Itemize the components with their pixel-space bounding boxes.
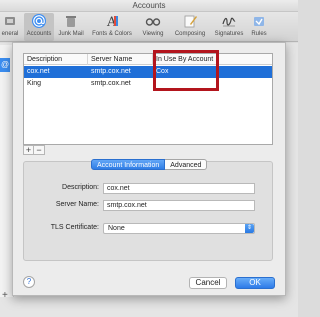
trash-icon — [66, 16, 76, 27]
description-field[interactable]: cox.net — [103, 183, 255, 194]
toolbar-label: Viewing — [142, 31, 164, 37]
toolbar-general[interactable]: eneral — [0, 13, 24, 41]
toolbar-label: Signatures — [214, 31, 244, 37]
cell-server-name: smtp.cox.net — [91, 68, 131, 75]
at-sign-icon — [32, 14, 46, 28]
preferences-toolbar: eneral Accounts Junk Mail A Fonts & Colo… — [0, 12, 298, 42]
cell-description: cox.net — [27, 68, 50, 75]
toolbar-composing[interactable]: Composing — [170, 13, 210, 41]
tls-certificate-select[interactable]: None ⇕ — [103, 223, 255, 234]
table-row[interactable]: King smtp.cox.net — [24, 78, 272, 90]
glasses-icon — [145, 18, 161, 26]
account-list-item[interactable]: @ — [0, 58, 10, 72]
toolbar-accounts[interactable]: Accounts — [24, 13, 54, 41]
account-at-glyph: @ — [0, 60, 10, 69]
toolbar-label: Accounts — [26, 31, 52, 37]
description-label: Description: — [62, 184, 99, 191]
fonts-colors-icon: A — [106, 15, 118, 29]
column-header-server-name[interactable]: Server Name — [88, 54, 153, 65]
smtp-server-table: Description Server Name In Use By Accoun… — [23, 53, 273, 145]
toolbar-signatures[interactable]: Signatures — [210, 13, 248, 41]
general-switch-icon — [5, 17, 15, 25]
highlight-callout-box — [153, 50, 219, 91]
chevron-updown-icon: ⇕ — [245, 224, 254, 233]
cancel-button[interactable]: Cancel — [189, 277, 227, 289]
cell-description: King — [27, 80, 42, 87]
toolbar-label: Fonts & Colors — [92, 31, 132, 37]
ok-button[interactable]: OK — [235, 277, 275, 289]
tab-advanced[interactable]: Advanced — [165, 159, 208, 170]
tls-certificate-label: TLS Certificate: — [50, 224, 99, 231]
toolbar-label: Junk Mail — [58, 31, 84, 37]
column-header-description[interactable]: Description — [24, 54, 88, 65]
window-titlebar: Accounts — [0, 0, 298, 12]
toolbar-fonts-colors[interactable]: A Fonts & Colors — [89, 13, 135, 41]
server-name-label: Server Name: — [55, 201, 99, 208]
toolbar-label: Rules — [251, 31, 267, 37]
table-header: Description Server Name In Use By Accoun… — [24, 54, 272, 65]
help-button[interactable]: ? — [23, 276, 35, 288]
server-name-field[interactable]: smtp.cox.net — [103, 200, 255, 211]
toolbar-label: eneral — [1, 31, 19, 37]
toolbar-viewing[interactable]: Viewing — [138, 13, 168, 41]
add-remove-control: + − — [23, 145, 45, 155]
tls-certificate-value: None — [108, 225, 125, 232]
add-server-button[interactable]: + — [24, 146, 34, 155]
rules-icon — [254, 17, 264, 26]
add-account-button[interactable]: + — [2, 291, 12, 301]
account-info-panel — [23, 161, 273, 261]
toolbar-label: Composing — [174, 31, 206, 37]
smtp-server-sheet: Description Server Name In Use By Accoun… — [12, 42, 286, 296]
window-title: Accounts — [132, 1, 166, 10]
cell-server-name: smtp.cox.net — [91, 80, 131, 87]
toolbar-junk-mail[interactable]: Junk Mail — [55, 13, 87, 41]
pencil-icon — [184, 15, 197, 28]
tab-bar: Account Information Advanced — [91, 159, 208, 171]
tab-account-information[interactable]: Account Information — [91, 159, 166, 170]
signature-icon — [222, 17, 236, 27]
remove-server-button[interactable]: − — [34, 146, 44, 155]
table-row[interactable]: cox.net smtp.cox.net Cox — [24, 66, 272, 78]
toolbar-rules[interactable]: Rules — [248, 13, 270, 41]
